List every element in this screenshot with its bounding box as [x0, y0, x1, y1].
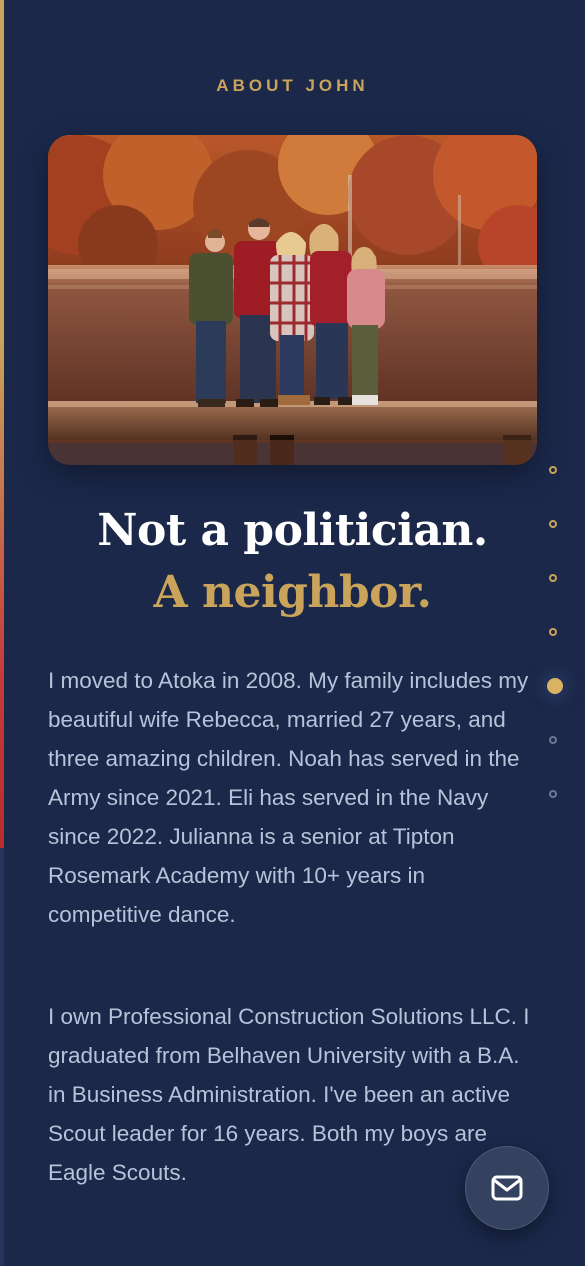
- contact-mail-button[interactable]: [465, 1146, 549, 1230]
- family-photo: [48, 135, 537, 465]
- section-nav-dot-3[interactable]: [549, 574, 557, 582]
- section-nav-dot-6[interactable]: [549, 736, 557, 744]
- section-nav-dot-4[interactable]: [549, 628, 557, 636]
- bio-paragraph-career: I own Professional Construction Solution…: [48, 1004, 530, 1185]
- headline-line-2: A neighbor.: [153, 567, 433, 618]
- section-nav-dot-5-active[interactable]: [547, 678, 563, 694]
- section-nav-dot-2[interactable]: [549, 520, 557, 528]
- headline-line-1: Not a politician.: [97, 505, 488, 556]
- scroll-progress-fill: [0, 0, 4, 848]
- section-nav-dot-7[interactable]: [549, 790, 557, 798]
- headline: Not a politician. A neighbor.: [0, 500, 585, 624]
- mail-icon: [491, 1175, 523, 1201]
- section-eyebrow: ABOUT JOHN: [216, 76, 369, 95]
- bio-paragraph-family: I moved to Atoka in 2008. My family incl…: [48, 668, 529, 927]
- scroll-progress-track: [0, 0, 4, 1266]
- section-nav-dot-1[interactable]: [549, 466, 557, 474]
